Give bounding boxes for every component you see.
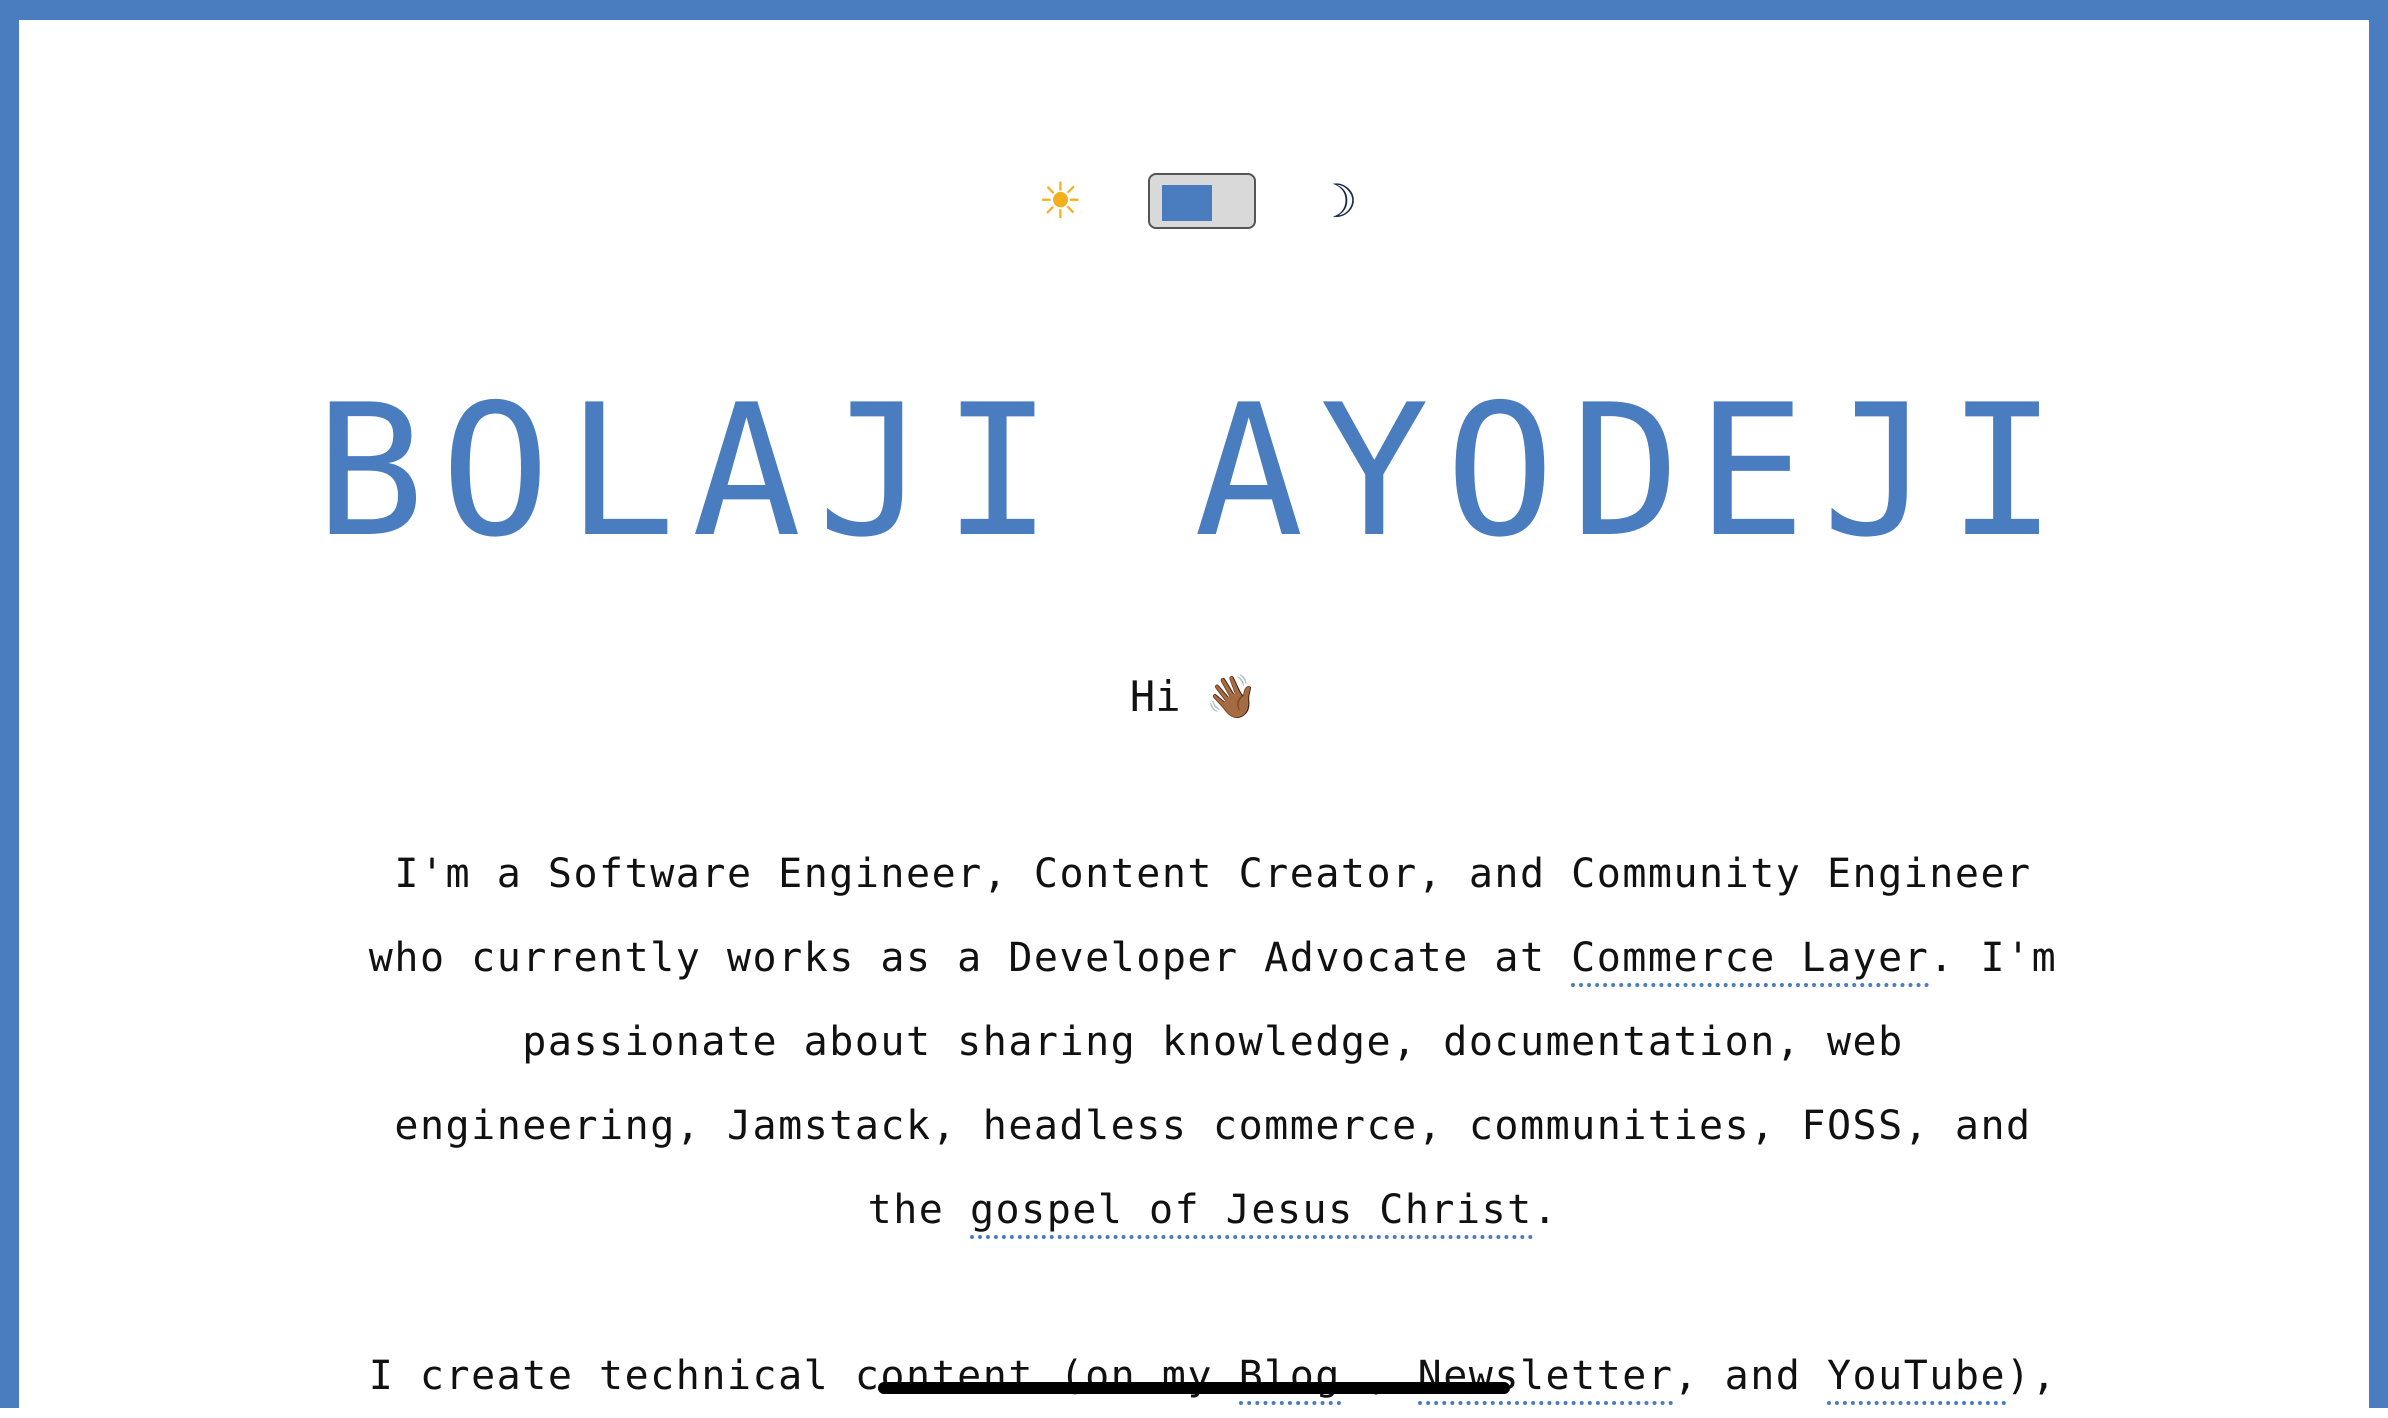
theme-switch-knob [1162,185,1213,221]
waving-hand-icon: 👋🏾 [1205,672,1259,721]
greeting-text: Hi [1129,672,1181,721]
bio-paragraph-intro: I'm a Software Engineer, Content Creator… [359,832,2067,1252]
bio-text: . [1532,1187,1559,1233]
moon-icon: ☽ [1316,174,1358,228]
newsletter-link[interactable]: Newsletter [1417,1353,1674,1405]
sun-icon: ☀ [1037,172,1083,230]
bio-paragraph-content: I create technical content (on my Blog ,… [359,1334,2067,1418]
bio-text: ), [2006,1353,2058,1399]
commerce-layer-link[interactable]: Commerce Layer [1571,935,1930,987]
blog-link[interactable]: Blog [1238,1353,1341,1405]
theme-toggle: ☀ ☽ [19,173,2369,229]
home-indicator[interactable] [878,1382,1510,1394]
page-frame: ☀ ☽ BOLAJI AYODEJI Hi 👋🏾 I'm a Software … [0,0,2388,1408]
bio-text: , and [1673,1353,1827,1399]
youtube-link[interactable]: YouTube [1826,1353,2007,1405]
page-title: BOLAJI AYODEJI [314,365,2074,577]
gospel-link[interactable]: gospel of Jesus Christ [969,1187,1533,1239]
greeting: Hi 👋🏾 [19,676,2369,718]
theme-switch[interactable] [1148,173,1257,229]
